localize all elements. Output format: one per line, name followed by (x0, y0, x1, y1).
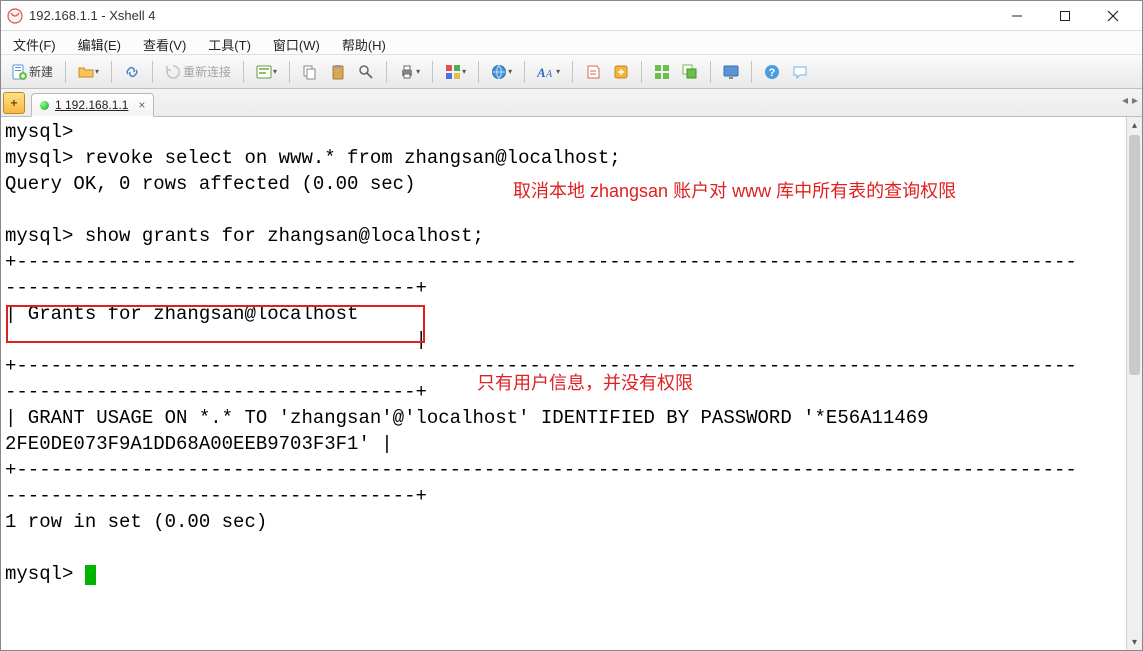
terminal-line: Query OK, 0 rows affected (0.00 sec) (5, 173, 415, 195)
terminal-line: | (5, 329, 427, 351)
encoding-button[interactable]: ▾ (487, 60, 516, 84)
terminal-output[interactable]: mysql> mysql> revoke select on www.* fro… (1, 117, 1142, 650)
connection-status-icon (40, 101, 49, 110)
color-scheme-button[interactable]: ▾ (441, 60, 470, 84)
add-tab-button[interactable]: + (3, 92, 25, 114)
terminal-cursor (85, 565, 96, 585)
title-bar: 192.168.1.1 - Xshell 4 (1, 1, 1142, 31)
terminal-line: +---------------------------------------… (5, 459, 1077, 481)
transfer-button[interactable] (609, 60, 633, 84)
close-button[interactable] (1090, 2, 1136, 30)
toolbar: 新建 ▾ 重新连接 ▾ ▾ ▾ ▾ AA▾ (1, 55, 1142, 89)
terminal-line: mysql> show grants for zhangsan@localhos… (5, 225, 484, 247)
maximize-button[interactable] (1042, 2, 1088, 30)
help-icon: ? (764, 64, 780, 80)
scroll-down-button[interactable]: ▾ (1127, 634, 1142, 650)
printer-icon (399, 64, 415, 80)
window-title: 192.168.1.1 - Xshell 4 (29, 8, 994, 23)
menu-help[interactable]: 帮助(H) (338, 33, 390, 56)
terminal-line: 2FE0DE073F9A1DD68A00EEB9703F3F1' | (5, 433, 393, 455)
scroll-up-button[interactable]: ▴ (1127, 117, 1142, 133)
menu-tools[interactable]: 工具(T) (204, 33, 255, 56)
menu-bar: 文件(F) 编辑(E) 查看(V) 工具(T) 窗口(W) 帮助(H) (1, 31, 1142, 55)
font-icon: AA (537, 64, 555, 80)
properties-icon (256, 64, 272, 80)
tab-scroll-left[interactable]: ◂ (1122, 93, 1128, 107)
help-button[interactable]: ? (760, 60, 784, 84)
tab-strip: + 1 192.168.1.1 × ◂ ▸ (1, 89, 1142, 117)
fullscreen-button[interactable] (719, 60, 743, 84)
cascade-button[interactable] (678, 60, 702, 84)
new-session-button[interactable]: 新建 (7, 60, 57, 84)
font-button[interactable]: AA▾ (533, 60, 564, 84)
reconnect-label: 重新连接 (183, 63, 231, 80)
link-button[interactable] (120, 60, 144, 84)
copy-button[interactable] (298, 60, 322, 84)
terminal-line: mysql> (5, 121, 73, 143)
svg-text:?: ? (769, 67, 776, 79)
tile-button[interactable] (650, 60, 674, 84)
terminal-line: +---------------------------------------… (5, 355, 1077, 377)
terminal-line: ------------------------------------+ (5, 277, 427, 299)
folder-open-icon (78, 64, 94, 80)
terminal-line: ------------------------------------+ (5, 485, 427, 507)
terminal-line: | GRANT USAGE ON *.* TO 'zhangsan'@'loca… (5, 407, 929, 429)
minimize-button[interactable] (994, 2, 1040, 30)
monitor-icon (723, 64, 739, 80)
menu-window[interactable]: 窗口(W) (269, 33, 324, 56)
new-file-icon (11, 64, 27, 80)
globe-icon (491, 64, 507, 80)
cascade-icon (682, 64, 698, 80)
session-tab-label: 1 192.168.1.1 (55, 98, 128, 112)
feedback-button[interactable] (788, 60, 812, 84)
print-button[interactable]: ▾ (395, 60, 424, 84)
terminal-line: ------------------------------------+ (5, 381, 427, 403)
properties-button[interactable]: ▾ (252, 60, 281, 84)
color-grid-icon (445, 64, 461, 80)
open-button[interactable]: ▾ (74, 60, 103, 84)
terminal-line: 1 row in set (0.00 sec) (5, 511, 267, 533)
vertical-scrollbar[interactable]: ▴ ▾ (1126, 117, 1142, 650)
tile-icon (654, 64, 670, 80)
scrollbar-thumb[interactable] (1129, 135, 1140, 375)
terminal-line: +---------------------------------------… (5, 251, 1077, 273)
terminal-line: mysql> (5, 563, 85, 585)
paste-icon (330, 64, 346, 80)
menu-edit[interactable]: 编辑(E) (74, 33, 125, 56)
link-icon (124, 64, 140, 80)
session-tab[interactable]: 1 192.168.1.1 × (31, 93, 154, 117)
terminal-line: | Grants for zhangsan@localhost (5, 303, 1122, 325)
new-session-label: 新建 (29, 63, 53, 80)
transfer-icon (613, 64, 629, 80)
terminal-line: mysql> revoke select on www.* from zhang… (5, 147, 621, 169)
speech-bubble-icon (792, 64, 808, 80)
find-button[interactable] (354, 60, 378, 84)
svg-text:A: A (537, 65, 546, 80)
menu-view[interactable]: 查看(V) (139, 33, 190, 56)
reconnect-icon (165, 64, 181, 80)
tab-close-button[interactable]: × (138, 98, 145, 112)
search-icon (358, 64, 374, 80)
app-icon (7, 8, 23, 24)
copy-icon (302, 64, 318, 80)
paste-button[interactable] (326, 60, 350, 84)
script-icon (585, 64, 601, 80)
script-button[interactable] (581, 60, 605, 84)
menu-file[interactable]: 文件(F) (9, 33, 60, 56)
terminal-area: mysql> mysql> revoke select on www.* fro… (1, 117, 1142, 650)
reconnect-button[interactable]: 重新连接 (161, 60, 235, 84)
svg-text:A: A (545, 69, 553, 80)
tab-scroll-right[interactable]: ▸ (1132, 93, 1138, 107)
